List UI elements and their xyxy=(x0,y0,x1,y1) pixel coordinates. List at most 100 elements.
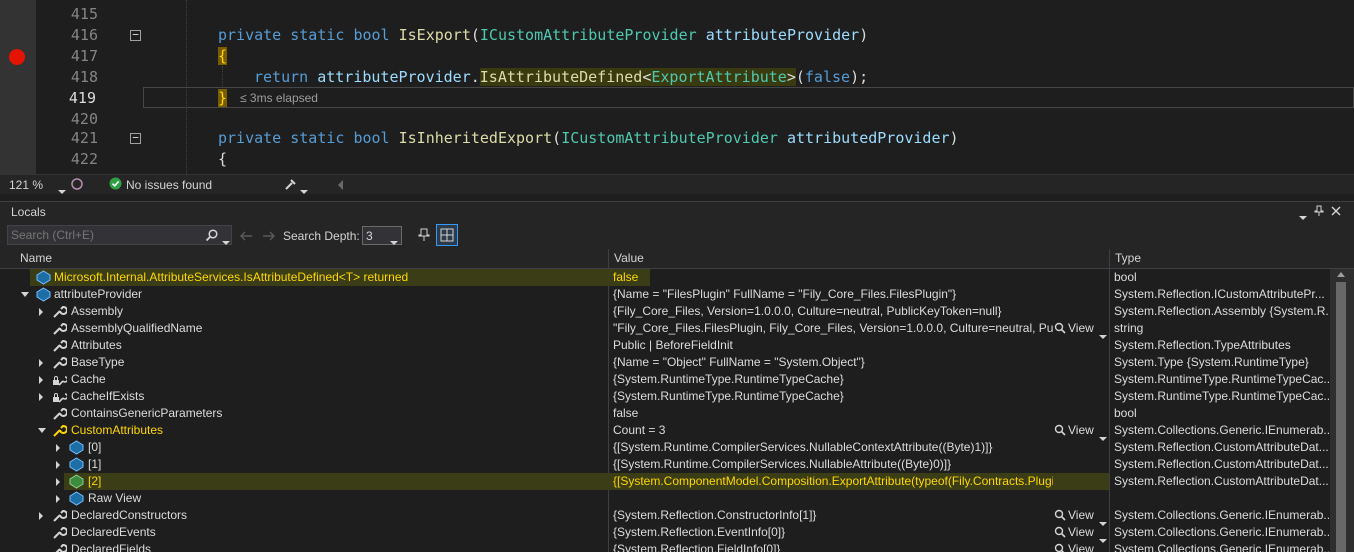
expand-icon[interactable] xyxy=(56,461,60,469)
magnifier-icon[interactable] xyxy=(1054,509,1066,521)
brush-icon[interactable] xyxy=(284,177,298,191)
table-row[interactable]: Raw View xyxy=(0,490,1330,507)
search-next-icon[interactable] xyxy=(262,230,276,242)
code-line[interactable]: 416 − private static bool IsExport(ICust… xyxy=(0,25,1354,46)
row-value[interactable]: {Fily_Core_Files, Version=1.0.0.0, Cultu… xyxy=(613,303,1053,320)
table-row-selected[interactable]: [2] {[System.ComponentModel.Composition.… xyxy=(0,473,1330,490)
magnifier-icon[interactable] xyxy=(1054,526,1066,538)
zoom-level[interactable]: 121 % xyxy=(9,178,43,192)
copilot-icon[interactable] xyxy=(70,177,84,191)
search-depth-value: 3 xyxy=(366,229,373,243)
grid-view-icon xyxy=(440,228,454,242)
code-text: { xyxy=(218,47,228,65)
row-value[interactable]: {System.Reflection.ConstructorInfo[1]} xyxy=(613,507,1053,524)
table-row[interactable]: [1] {[System.Runtime.CompilerServices.Nu… xyxy=(0,456,1330,473)
code-text: return attributeProvider.IsAttributeDefi… xyxy=(254,68,869,86)
search-options-dropdown-icon[interactable] xyxy=(222,234,230,248)
collapse-icon[interactable]: − xyxy=(130,29,141,41)
row-type: System.Reflection.CustomAttributeDat... xyxy=(1114,457,1329,471)
pin-icon[interactable] xyxy=(1314,205,1324,217)
row-type: System.Collections.Generic.IEnumerab... xyxy=(1114,423,1329,437)
code-line-current[interactable]: 419 } ≤ 3ms elapsed xyxy=(0,88,1354,109)
table-row[interactable]: AssemblyQualifiedName "Fily_Core_Files.F… xyxy=(0,320,1330,339)
column-header-name[interactable]: Name xyxy=(20,251,52,265)
expand-icon[interactable] xyxy=(39,376,43,384)
brush-dropdown-icon[interactable] xyxy=(300,183,308,197)
table-row[interactable]: CacheIfExists {System.RuntimeType.Runtim… xyxy=(0,388,1330,405)
row-value[interactable]: false xyxy=(613,405,1053,422)
code-line[interactable]: 418 return attributeProvider.IsAttribute… xyxy=(0,67,1354,88)
row-value[interactable]: {Name = "FilesPlugin" FullName = "Fily_C… xyxy=(613,286,1053,303)
view-button[interactable]: View xyxy=(1068,524,1094,541)
table-row[interactable]: [0] {[System.Runtime.CompilerServices.Nu… xyxy=(0,439,1330,456)
column-header-type[interactable]: Type xyxy=(1115,251,1141,265)
search-box[interactable] xyxy=(7,225,232,245)
magnifier-icon[interactable] xyxy=(1054,424,1066,436)
view-toggle-button[interactable] xyxy=(436,224,458,246)
search-previous-icon[interactable] xyxy=(239,230,253,242)
row-name: CacheIfExists xyxy=(71,389,145,403)
issues-status[interactable]: No issues found xyxy=(126,178,212,192)
table-row[interactable]: ContainsGenericParameters false bool xyxy=(0,405,1330,422)
magnifier-icon[interactable] xyxy=(1054,322,1066,334)
code-line[interactable]: 421 − private static bool IsInheritedExp… xyxy=(0,128,1354,149)
close-icon[interactable] xyxy=(1331,206,1341,216)
column-header-value[interactable]: Value xyxy=(614,251,644,265)
row-value[interactable]: {System.RuntimeType.RuntimeTypeCache} xyxy=(613,371,1053,388)
row-value[interactable]: "Fily_Core_Files.FilesPlugin, Fily_Core_… xyxy=(613,320,1053,337)
search-depth-dropdown[interactable]: 3 xyxy=(362,226,402,245)
breakpoint-icon[interactable] xyxy=(9,49,25,65)
window-position-dropdown-icon[interactable] xyxy=(1299,209,1307,223)
row-value[interactable]: false xyxy=(613,269,1053,286)
expand-icon[interactable] xyxy=(39,359,43,367)
table-row[interactable]: DeclaredConstructors {System.Reflection.… xyxy=(0,507,1330,526)
code-editor[interactable]: 415 416 − private static bool IsExport(I… xyxy=(0,0,1354,174)
scroll-up-icon[interactable] xyxy=(1337,272,1345,277)
visualizer-dropdown-icon[interactable] xyxy=(1099,548,1107,552)
code-line[interactable]: 417 { xyxy=(0,46,1354,67)
table-row[interactable]: DeclaredEvents {System.Reflection.EventI… xyxy=(0,524,1330,543)
collapse-icon[interactable] xyxy=(38,428,46,433)
code-line[interactable]: 422 { xyxy=(0,149,1354,170)
zoom-dropdown-icon[interactable] xyxy=(58,183,66,197)
search-icon[interactable] xyxy=(205,229,218,242)
pin-column-icon[interactable] xyxy=(417,227,431,243)
code-line[interactable]: 415 xyxy=(0,4,1354,25)
table-row[interactable]: Microsoft.Internal.AttributeServices.IsA… xyxy=(0,269,1330,286)
table-row[interactable]: DeclaredFields {System.Reflection.FieldI… xyxy=(0,541,1330,552)
view-button[interactable]: View xyxy=(1068,422,1094,439)
view-button[interactable]: View xyxy=(1068,541,1094,552)
view-button[interactable]: View xyxy=(1068,320,1094,337)
property-wrench-icon xyxy=(53,306,67,318)
row-value[interactable]: Count = 3 xyxy=(613,422,1053,439)
collapse-icon[interactable] xyxy=(21,292,29,297)
expand-icon[interactable] xyxy=(39,308,43,316)
table-row[interactable]: BaseType {Name = "Object" FullName = "Sy… xyxy=(0,354,1330,371)
row-value[interactable]: {Name = "Object" FullName = "System.Obje… xyxy=(613,354,1053,371)
table-row[interactable]: attributeProvider {Name = "FilesPlugin" … xyxy=(0,286,1330,303)
view-button[interactable]: View xyxy=(1068,507,1094,524)
row-value[interactable]: {[System.Runtime.CompilerServices.Nullab… xyxy=(613,439,1053,456)
row-value[interactable]: {System.Reflection.FieldInfo[0]} xyxy=(613,541,1053,552)
expand-icon[interactable] xyxy=(39,512,43,520)
table-row[interactable]: Attributes Public | BeforeFieldInit Syst… xyxy=(0,337,1330,354)
table-row[interactable]: Cache {System.RuntimeType.RuntimeTypeCac… xyxy=(0,371,1330,388)
table-row[interactable]: Assembly {Fily_Core_Files, Version=1.0.0… xyxy=(0,303,1330,320)
search-input[interactable] xyxy=(11,227,201,243)
code-line[interactable]: 420 xyxy=(0,109,1354,130)
table-row[interactable]: CustomAttributes Count = 3 View System.C… xyxy=(0,422,1330,441)
collapse-icon[interactable]: − xyxy=(130,132,141,144)
expand-icon[interactable] xyxy=(56,478,60,486)
scroll-left-icon[interactable] xyxy=(338,180,343,190)
scrollbar-thumb[interactable] xyxy=(1336,282,1346,552)
row-value[interactable]: {[System.ComponentModel.Composition.Expo… xyxy=(613,473,1053,490)
expand-icon[interactable] xyxy=(39,393,43,401)
magnifier-icon[interactable] xyxy=(1054,543,1066,552)
expand-icon[interactable] xyxy=(56,444,60,452)
row-value[interactable]: {System.Reflection.EventInfo[0]} xyxy=(613,524,1053,541)
expand-icon[interactable] xyxy=(56,495,60,503)
row-value[interactable]: {[System.Runtime.CompilerServices.Nullab… xyxy=(613,456,1053,473)
row-value[interactable]: Public | BeforeFieldInit xyxy=(613,337,1053,354)
locals-grid[interactable]: Name Value Type Microsoft.Internal.Attri… xyxy=(0,249,1354,552)
row-value[interactable]: {System.RuntimeType.RuntimeTypeCache} xyxy=(613,388,1053,405)
